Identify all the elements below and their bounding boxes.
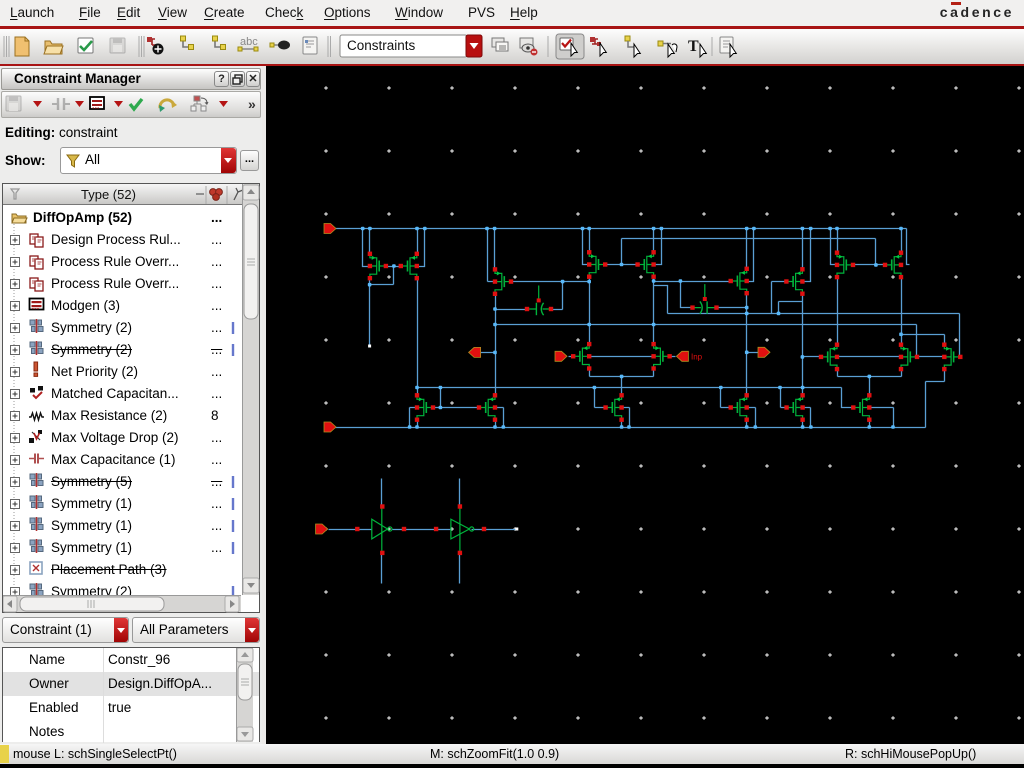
svg-text:Inp: Inp [691, 353, 703, 362]
svg-text:abc: abc [240, 36, 258, 48]
svg-text:»: » [248, 96, 256, 112]
svg-text:Constraints: Constraints [347, 38, 416, 53]
svg-text:T: T [688, 38, 699, 55]
